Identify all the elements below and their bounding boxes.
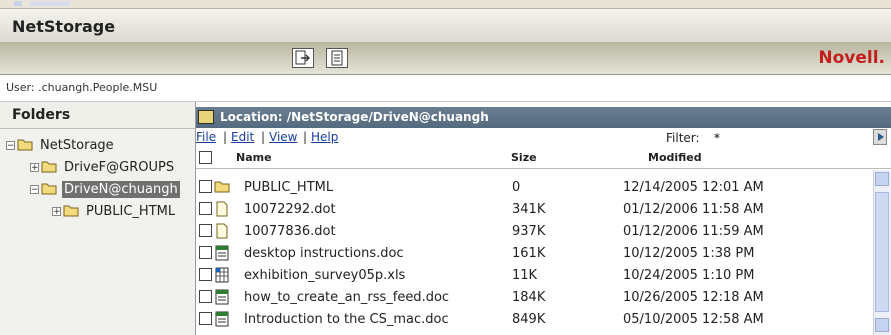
file-size: 849K <box>512 312 546 327</box>
folder-icon <box>63 205 79 217</box>
tree-item-driven[interactable]: − DriveN@chuangh <box>30 179 180 199</box>
file-modified: 10/12/2005 1:38 PM <box>623 246 755 261</box>
file-size: 341K <box>512 202 546 217</box>
file-name: 10077836.dot <box>244 224 336 239</box>
browser-top-strip <box>0 0 891 9</box>
scroll-up-arrow-icon[interactable] <box>875 172 889 186</box>
template-file-icon <box>216 201 228 217</box>
file-size: 184K <box>512 290 546 305</box>
row-checkbox[interactable] <box>199 246 212 259</box>
file-modified: 10/26/2005 12:18 AM <box>623 290 764 305</box>
vertical-scrollbar[interactable] <box>873 170 891 335</box>
table-row[interactable]: how_to_create_an_rss_feed.doc 184K 10/26… <box>196 286 868 308</box>
tree-item-netstorage[interactable]: − NetStorage <box>6 135 116 155</box>
file-name: PUBLIC_HTML <box>244 180 334 195</box>
file-size: 161K <box>512 246 546 261</box>
table-row[interactable]: 10072292.dot 341K 01/12/2006 11:58 AM <box>196 198 868 220</box>
scroll-down-arrow-icon[interactable] <box>875 318 889 332</box>
toolbar: Novell. <box>0 42 891 75</box>
word-document-icon <box>215 245 229 261</box>
strip-text-fragment <box>30 1 70 6</box>
tree-label: PUBLIC_HTML <box>86 203 176 219</box>
properties-button[interactable] <box>326 48 348 68</box>
column-name[interactable]: Name <box>236 151 272 164</box>
upload-button[interactable] <box>292 48 314 68</box>
row-checkbox[interactable] <box>199 312 212 325</box>
collapse-icon[interactable]: − <box>6 140 15 150</box>
folders-pane: Folders − NetStorage + DriveF@GROUPS − D… <box>0 102 196 335</box>
folder-icon <box>214 181 230 193</box>
file-pane: Location: /NetStorage/DriveN@chuangh Fil… <box>196 102 891 335</box>
tree-label: NetStorage <box>40 137 114 153</box>
file-name: Introduction to the CS_mac.doc <box>244 312 449 327</box>
parent-folder-button[interactable] <box>198 110 214 124</box>
menu-separator: | <box>223 130 228 144</box>
template-file-icon <box>216 223 228 239</box>
menu-file[interactable]: File <box>196 130 216 144</box>
tree-item-drivef[interactable]: + DriveF@GROUPS <box>30 157 176 177</box>
file-size: 937K <box>512 224 546 239</box>
menu-separator: | <box>303 130 308 144</box>
filter-label: Filter: <box>666 131 700 145</box>
column-header: Name Size Modified <box>196 148 891 169</box>
row-checkbox[interactable] <box>199 290 212 303</box>
user-label: User: .chuangh.People.MSU <box>6 81 158 94</box>
location-text: Location: /NetStorage/DriveN@chuangh <box>220 110 489 124</box>
filter-input[interactable] <box>714 130 874 145</box>
table-row[interactable]: exhibition_survey05p.xls 11K 10/24/2005 … <box>196 264 868 286</box>
file-name: desktop instructions.doc <box>244 246 404 261</box>
app-title: NetStorage <box>12 17 116 36</box>
file-modified: 12/14/2005 12:01 AM <box>623 180 764 195</box>
file-modified: 01/12/2006 11:58 AM <box>623 202 764 217</box>
row-checkbox[interactable] <box>199 180 212 193</box>
menu-edit[interactable]: Edit <box>231 130 254 144</box>
scroll-thumb[interactable] <box>875 192 889 312</box>
strip-icon <box>14 1 22 6</box>
spreadsheet-icon <box>215 267 229 283</box>
expand-icon[interactable]: + <box>52 206 61 216</box>
table-row[interactable]: PUBLIC_HTML 0 12/14/2005 12:01 AM <box>196 176 868 198</box>
document-properties-icon <box>331 50 343 66</box>
file-modified: 01/12/2006 11:59 AM <box>623 224 764 239</box>
filter-go-button[interactable] <box>873 129 887 145</box>
table-row[interactable]: 10077836.dot 937K 01/12/2006 11:59 AM <box>196 220 868 242</box>
menu-help[interactable]: Help <box>311 130 338 144</box>
user-bar: User: .chuangh.People.MSU <box>0 75 891 102</box>
folders-heading: Folders <box>12 107 71 123</box>
file-modified: 05/10/2005 12:58 AM <box>623 312 764 327</box>
tree-item-public-html[interactable]: + PUBLIC_HTML <box>52 201 177 221</box>
novell-logo: Novell. <box>818 48 885 68</box>
expand-icon[interactable]: + <box>30 162 39 172</box>
file-size: 11K <box>512 268 538 283</box>
collapse-icon[interactable]: − <box>30 184 39 194</box>
file-modified: 10/24/2005 1:10 PM <box>623 268 755 283</box>
word-document-icon <box>215 289 229 305</box>
menu-view[interactable]: View <box>269 130 297 144</box>
upload-icon <box>295 50 310 65</box>
app-header: NetStorage <box>0 9 891 42</box>
word-document-icon <box>215 311 229 327</box>
row-checkbox[interactable] <box>199 268 212 281</box>
menu-separator: | <box>261 130 266 144</box>
file-name: how_to_create_an_rss_feed.doc <box>244 290 450 305</box>
open-folder-icon <box>41 183 57 195</box>
column-modified[interactable]: Modified <box>648 151 702 164</box>
table-row[interactable]: desktop instructions.doc 161K 10/12/2005… <box>196 242 868 264</box>
select-all-checkbox[interactable] <box>199 151 212 164</box>
column-size[interactable]: Size <box>511 151 537 164</box>
location-bar: Location: /NetStorage/DriveN@chuangh <box>196 107 891 128</box>
tree-label: DriveF@GROUPS <box>64 159 175 175</box>
tree-label-selected: DriveN@chuangh <box>62 180 180 198</box>
folder-icon <box>41 161 57 173</box>
row-checkbox[interactable] <box>199 224 212 237</box>
file-name: exhibition_survey05p.xls <box>244 268 406 283</box>
file-name: 10072292.dot <box>244 202 336 217</box>
open-folder-icon <box>17 139 33 151</box>
file-size: 0 <box>512 180 521 195</box>
row-checkbox[interactable] <box>199 202 212 215</box>
folders-header: Folders <box>0 102 195 129</box>
table-row[interactable]: Introduction to the CS_mac.doc 849K 05/1… <box>196 308 868 330</box>
